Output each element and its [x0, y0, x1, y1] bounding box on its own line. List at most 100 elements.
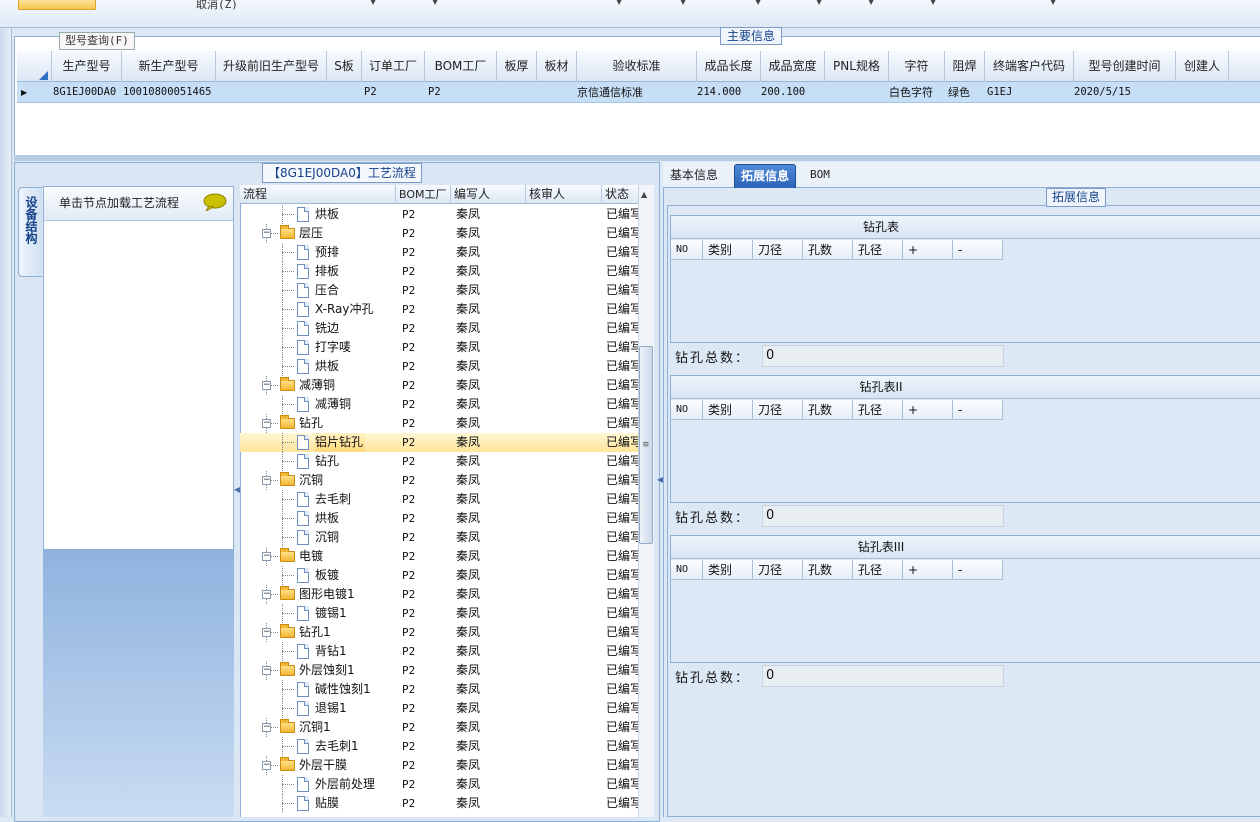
col-header[interactable]: 板厚 [497, 51, 537, 82]
cell-new-model[interactable]: 10010800051465 [123, 82, 212, 103]
row-selector-header[interactable] [17, 51, 52, 82]
tree-row[interactable]: 镀锡1 P2 秦凤 已编写 [240, 604, 638, 623]
tree-node-label[interactable]: 贴膜 [315, 794, 341, 813]
collapse-node-icon[interactable]: − [262, 229, 271, 238]
tree-node-label[interactable]: 退锡1 [315, 699, 349, 718]
col-header[interactable]: 板材 [537, 51, 577, 82]
dropdown-arrow-icon[interactable]: ▼ [616, 0, 622, 6]
collapse-node-icon[interactable]: − [262, 628, 271, 637]
col-header[interactable]: PNL规格 [825, 51, 889, 82]
tree-row[interactable]: 打字唛 P2 秦凤 已编写 [240, 338, 638, 357]
tree-row[interactable]: 铣边 P2 秦凤 已编写 [240, 319, 638, 338]
tree-node-label[interactable]: 钻孔1 [299, 623, 333, 642]
tree-node-label[interactable]: 减薄铜 [315, 395, 353, 414]
col-header[interactable]: 终端客户代码 [985, 51, 1074, 82]
tree-row[interactable]: 板镀 P2 秦凤 已编写 [240, 566, 638, 585]
tree-row[interactable]: 外层前处理 P2 秦凤 已编写 [240, 775, 638, 794]
tree-row[interactable]: − 沉铜1 P2 秦凤 已编写 [240, 718, 638, 737]
cell-mask[interactable]: 绿色 [948, 82, 970, 103]
cell-prod-model[interactable]: 8G1EJ00DA0 [53, 82, 116, 103]
drill-col-header[interactable]: 刀径 [753, 400, 803, 420]
tree-row[interactable]: − 沉铜 P2 秦凤 已编写 [240, 471, 638, 490]
tree-row[interactable]: 背钻1 P2 秦凤 已编写 [240, 642, 638, 661]
tree-node-label[interactable]: 减薄铜 [299, 376, 337, 395]
tree-row[interactable]: 烘板 P2 秦凤 已编写 [240, 509, 638, 528]
drill-col-header[interactable]: 孔径 [853, 240, 903, 260]
tree-row[interactable]: 减薄铜 P2 秦凤 已编写 [240, 395, 638, 414]
drill-col-header[interactable]: 孔数 [803, 240, 853, 260]
tree-row[interactable]: − 外层蚀刻1 P2 秦凤 已编写 [240, 661, 638, 680]
col-header[interactable]: 阻焊 [945, 51, 985, 82]
tree-row[interactable]: 排板 P2 秦凤 已编写 [240, 262, 638, 281]
tab-bom[interactable]: BOM [804, 164, 836, 188]
tree-row-selected[interactable]: 铝片钻孔 P2 秦凤 已编写 [240, 433, 638, 452]
dropdown-arrow-icon[interactable]: ▼ [868, 0, 874, 6]
add-row-button[interactable]: + [903, 400, 953, 420]
tree-row[interactable]: − 电镀 P2 秦凤 已编写 [240, 547, 638, 566]
drill-total-field[interactable]: 0 [762, 505, 1004, 527]
drill-col-header[interactable]: NO [671, 240, 703, 260]
tree-node-label[interactable]: 压合 [315, 281, 341, 300]
tree-row[interactable]: 去毛刺1 P2 秦凤 已编写 [240, 737, 638, 756]
tree-node-label[interactable]: 烘板 [315, 205, 341, 224]
tree-node-label[interactable]: 打字唛 [315, 338, 353, 357]
dropdown-arrow-icon[interactable]: ▼ [432, 0, 438, 6]
drill-col-header[interactable]: 类别 [703, 560, 753, 580]
drill-col-header[interactable]: 孔数 [803, 400, 853, 420]
tree-row[interactable]: X-Ray冲孔 P2 秦凤 已编写 [240, 300, 638, 319]
remove-row-button[interactable]: - [953, 560, 1003, 580]
drill-col-header[interactable]: 类别 [703, 240, 753, 260]
cancel-button[interactable]: 取消(Z) [196, 0, 238, 12]
tree-node-label[interactable]: 外层干膜 [299, 756, 349, 775]
tab-extended-info[interactable]: 拓展信息 [734, 164, 797, 188]
tree-col-header[interactable]: 状态 [602, 185, 640, 204]
tree-node-label[interactable]: 电镀 [299, 547, 325, 566]
collapse-node-icon[interactable]: − [262, 381, 271, 390]
tree-node-label[interactable]: 图形电镀1 [299, 585, 357, 604]
tree-row[interactable]: 沉铜 P2 秦凤 已编写 [240, 528, 638, 547]
tree-row[interactable]: 碱性蚀刻1 P2 秦凤 已编写 [240, 680, 638, 699]
model-query-tab[interactable]: 型号查询(F) [59, 32, 135, 50]
col-header[interactable]: 创建人 [1176, 51, 1229, 82]
tree-node-label[interactable]: 碱性蚀刻1 [315, 680, 373, 699]
remove-row-button[interactable]: - [953, 240, 1003, 260]
tree-row[interactable]: − 图形电镀1 P2 秦凤 已编写 [240, 585, 638, 604]
col-header[interactable]: 型号创建时间 [1074, 51, 1176, 82]
tree-row[interactable]: 钻孔 P2 秦凤 已编写 [240, 452, 638, 471]
cell-customer[interactable]: G1EJ [987, 82, 1012, 103]
tree-col-header[interactable]: 流程 [240, 185, 396, 204]
tree-node-label[interactable]: 层压 [299, 224, 325, 243]
drill-col-header[interactable]: NO [671, 400, 703, 420]
tree-col-header[interactable]: BOM工厂 [396, 185, 451, 204]
scroll-up-arrow-icon[interactable]: ▲ [641, 190, 647, 199]
tree-node-label[interactable]: 沉铜 [299, 471, 325, 490]
tree-row[interactable]: 压合 P2 秦凤 已编写 [240, 281, 638, 300]
dropdown-arrow-icon[interactable]: ▼ [755, 0, 761, 6]
collapse-node-icon[interactable]: − [262, 476, 271, 485]
col-header[interactable]: 字符 [889, 51, 945, 82]
drill-col-header[interactable]: NO [671, 560, 703, 580]
tree-node-label[interactable]: 去毛刺1 [315, 737, 361, 756]
tree-node-label[interactable]: 铣边 [315, 319, 341, 338]
tree-node-label[interactable]: 排板 [315, 262, 341, 281]
collapse-node-icon[interactable]: − [262, 590, 271, 599]
drill-col-header[interactable]: 孔径 [853, 400, 903, 420]
tree-node-label[interactable]: 去毛刺 [315, 490, 353, 509]
tree-row[interactable]: 烘板 P2 秦凤 已编写 [240, 205, 638, 224]
cell-char[interactable]: 白色字符 [889, 82, 933, 103]
drill-total-field[interactable]: 0 [762, 345, 1004, 367]
tree-node-label[interactable]: 预排 [315, 243, 341, 262]
cell-length[interactable]: 214.000 [697, 82, 741, 103]
tree-node-label[interactable]: 铝片钻孔 [315, 433, 366, 452]
col-header[interactable]: 成品宽度 [761, 51, 825, 82]
tree-node-label[interactable]: 烘板 [315, 509, 341, 528]
drill-total-field[interactable]: 0 [762, 665, 1004, 687]
tree-row[interactable]: − 钻孔1 P2 秦凤 已编写 [240, 623, 638, 642]
tree-node-label[interactable]: 沉铜 [315, 528, 341, 547]
tree-col-header[interactable]: 核审人 [526, 185, 602, 204]
drill-col-header[interactable]: 孔数 [803, 560, 853, 580]
speech-bubble-icon[interactable] [203, 193, 227, 211]
tree-row[interactable]: 预排 P2 秦凤 已编写 [240, 243, 638, 262]
drill-col-header[interactable]: 类别 [703, 400, 753, 420]
dropdown-arrow-icon[interactable]: ▼ [1050, 0, 1056, 6]
